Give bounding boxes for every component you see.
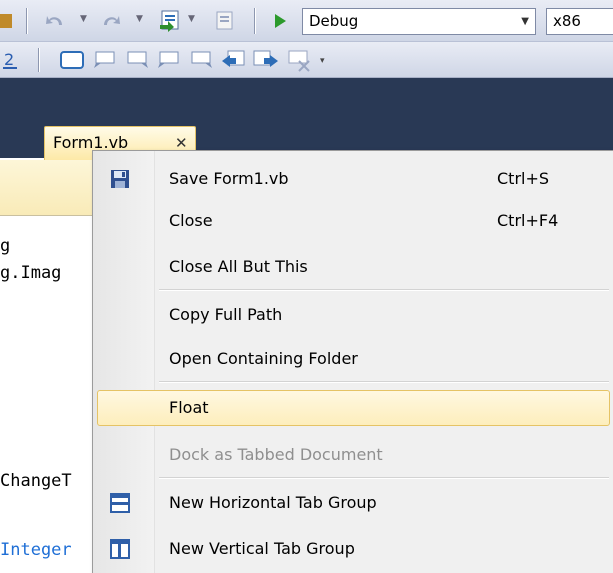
toolbar-overflow-icon[interactable]: ▾ <box>320 56 325 66</box>
next-bookmark-icon[interactable] <box>252 49 280 71</box>
tab-context-menu: Save Form1.vb Ctrl+S Close Ctrl+F4 Close… <box>92 150 613 573</box>
menu-item-label: Copy Full Path <box>169 305 283 324</box>
menu-separator <box>159 381 609 382</box>
standard-toolbar: ▼ ▼ ▼ Debug ▼ x86 <box>0 0 613 42</box>
code-line: g <box>0 236 11 256</box>
navigate-forward-icon[interactable] <box>214 9 238 33</box>
menu-item-save[interactable]: Save Form1.vb Ctrl+S <box>97 161 610 197</box>
navigate-backward-icon[interactable] <box>158 9 182 33</box>
menu-item-label: Float <box>169 398 209 417</box>
menu-item-label: Dock as Tabbed Document <box>169 445 383 464</box>
comment-icon[interactable] <box>92 50 118 70</box>
toolbar-separator <box>26 8 27 34</box>
menu-item-label: New Horizontal Tab Group <box>169 493 377 512</box>
redo-icon[interactable] <box>100 11 122 31</box>
comment-icon[interactable] <box>188 50 214 70</box>
comment-icon[interactable] <box>156 50 182 70</box>
comment-icon[interactable] <box>124 50 150 70</box>
start-debugging-icon[interactable] <box>272 12 288 30</box>
menu-item-shortcut: Ctrl+F4 <box>497 211 559 230</box>
menu-item-close[interactable]: Close Ctrl+F4 <box>97 203 610 239</box>
navigate-dropdown-icon[interactable]: ▼ <box>188 14 195 24</box>
toolbar-separator <box>38 48 39 72</box>
menu-item-label: Close All But This <box>169 257 308 276</box>
menu-item-copy-full-path[interactable]: Copy Full Path <box>97 297 610 333</box>
svg-text:2: 2 <box>4 50 14 69</box>
undo-dropdown-icon[interactable]: ▼ <box>80 14 87 24</box>
window-icon[interactable] <box>60 51 84 69</box>
menu-item-new-vertical-tab-group[interactable]: New Vertical Tab Group <box>97 531 610 567</box>
menu-item-close-all-but-this[interactable]: Close All But This <box>97 249 610 285</box>
menu-item-label: Close <box>169 211 213 230</box>
code-keyword: Integer <box>0 540 72 560</box>
menu-separator <box>159 477 609 478</box>
menu-item-label: Save Form1.vb <box>169 169 289 188</box>
redo-dropdown-icon[interactable]: ▼ <box>136 14 143 24</box>
menu-separator <box>159 289 609 290</box>
solution-platform-value: x86 <box>553 12 581 30</box>
menu-item-open-containing-folder[interactable]: Open Containing Folder <box>97 341 610 377</box>
horizontal-tab-group-icon <box>110 493 130 513</box>
clear-bookmarks-icon[interactable] <box>285 49 313 73</box>
save-icon <box>111 170 129 188</box>
solution-configuration-select[interactable]: Debug ▼ <box>302 8 536 35</box>
partial-toolbar-icon[interactable] <box>0 10 14 32</box>
previous-bookmark-icon[interactable] <box>220 49 248 71</box>
code-line: g.Imag <box>0 263 62 283</box>
layout-toolbar: 2 ▾ <box>0 42 613 78</box>
toolbar-separator <box>254 8 255 34</box>
partial-toolbar-icon[interactable]: 2 <box>2 49 22 71</box>
vertical-tab-group-icon <box>110 539 130 559</box>
menu-item-float[interactable]: Float <box>97 390 610 426</box>
menu-item-shortcut: Ctrl+S <box>497 169 550 188</box>
code-line: ChangeT <box>0 471 72 491</box>
chevron-down-icon[interactable]: ▼ <box>521 9 529 34</box>
solution-configuration-value: Debug <box>309 12 359 30</box>
menu-item-label: Open Containing Folder <box>169 349 358 368</box>
menu-item-dock-as-tabbed-document[interactable]: Dock as Tabbed Document <box>97 437 610 473</box>
menu-item-new-horizontal-tab-group[interactable]: New Horizontal Tab Group <box>97 485 610 521</box>
menu-item-label: New Vertical Tab Group <box>169 539 355 558</box>
solution-platform-select[interactable]: x86 <box>546 8 613 35</box>
undo-icon[interactable] <box>44 11 66 31</box>
